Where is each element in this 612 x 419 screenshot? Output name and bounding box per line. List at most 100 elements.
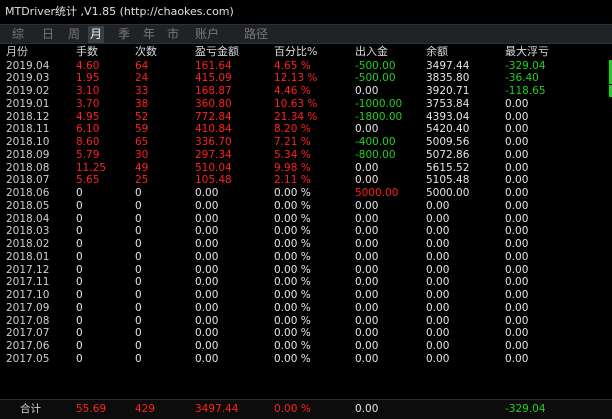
totals-row: 合计 55.69 429 3497.44 0.00 % 0.00 -329.04 [0, 399, 612, 419]
tab-path[interactable]: 路径 [242, 26, 270, 43]
cell-balance: 0.00 [426, 212, 450, 225]
cell-percent: 0.00 % [274, 238, 311, 251]
cell-count: 38 [135, 97, 149, 110]
cell-month: 2018.04 [6, 212, 50, 225]
col-header-percent[interactable]: 百分比% [274, 45, 350, 59]
col-header-pnl[interactable]: 盈亏金额 [195, 45, 271, 59]
table-row[interactable]: 2019.02 3.10 33 168.87 4.46 % 0.00 3920.71 -118… [0, 85, 612, 98]
table-row[interactable]: 2017.10 0 0 0.00 0.00 % 0.00 0.00 0.00 [0, 289, 612, 302]
tab-year[interactable]: 年 [141, 26, 157, 43]
cell-lots: 0 [76, 250, 83, 263]
cell-balance: 3835.80 [426, 72, 470, 85]
cell-flow: 0.00 [355, 174, 379, 187]
cell-pnl: 0.00 [195, 199, 219, 212]
col-header-count[interactable]: 次数 [135, 45, 191, 59]
cell-pnl: 0.00 [195, 250, 219, 263]
cell-month: 2019.01 [6, 97, 50, 110]
table-row[interactable]: 2018.09 5.79 30 297.34 5.34 % -800.00 5072.86 0… [0, 149, 612, 162]
col-header-flow[interactable]: 出入金 [355, 45, 425, 59]
cell-balance: 0.00 [426, 250, 450, 263]
cell-count: 64 [135, 59, 149, 72]
cell-lots: 3.70 [76, 97, 100, 110]
table-row[interactable]: 2018.11 6.10 59 410.84 8.20 % 0.00 5420.40 0.00 [0, 123, 612, 136]
table-row[interactable]: 2019.04 4.60 64 161.64 4.65 % -500.00 3497.44 -… [0, 59, 612, 73]
cell-month: 2017.10 [6, 289, 50, 302]
cell-percent: 0.00 % [274, 212, 311, 225]
cell-flow: 0.00 [355, 225, 379, 238]
cell-month: 2018.06 [6, 187, 50, 200]
cell-percent: 21.34 % [274, 110, 318, 123]
cell-month: 2017.08 [6, 314, 50, 327]
cell-flow: 0.00 [355, 340, 379, 353]
cell-lots: 0 [76, 276, 83, 289]
cell-percent: 10.63 % [274, 97, 318, 110]
table-row[interactable]: 2017.08 0 0 0.00 0.00 % 0.00 0.00 0.00 [0, 315, 612, 328]
table-row[interactable]: 2018.03 0 0 0.00 0.00 % 0.00 0.00 0.00 [0, 225, 612, 238]
table-row[interactable]: 2018.07 5.65 25 105.48 2.11 % 0.00 5105.48 0.00 [0, 174, 612, 187]
col-header-month[interactable]: 月份 [6, 45, 66, 59]
cell-month: 2017.12 [6, 263, 50, 276]
cell-flow: 0.00 [355, 238, 379, 251]
table-row[interactable]: 2019.03 1.95 24 415.09 12.13 % -500.00 3835.80… [0, 72, 612, 85]
cell-lots: 0 [76, 314, 83, 327]
cell-balance: 0.00 [426, 327, 450, 340]
table-row[interactable]: 2018.01 0 0 0.00 0.00 % 0.00 0.00 0.00 [0, 251, 612, 264]
table-row[interactable]: 2018.06 0 0 0.00 0.00 % 5000.00 5000.00 0.00 [0, 187, 612, 200]
table-row[interactable]: 2017.07 0 0 0.00 0.00 % 0.00 0.00 0.00 [0, 327, 612, 340]
cell-pnl: 772.84 [195, 110, 232, 123]
cell-balance: 4393.04 [426, 110, 470, 123]
tab-quarter[interactable]: 季 [116, 26, 132, 43]
tab-month[interactable]: 月 [88, 26, 105, 43]
cell-maxdd: 0.00 [505, 340, 529, 353]
cell-percent: 0.00 % [274, 289, 311, 302]
cell-month: 2017.05 [6, 352, 50, 365]
table-row[interactable]: 2017.12 0 0 0.00 0.00 % 0.00 0.00 0.00 [0, 264, 612, 277]
cell-lots: 0 [76, 199, 83, 212]
col-header-maxdd[interactable]: 最大浮亏 [505, 45, 605, 59]
cell-flow: 0.00 [355, 276, 379, 289]
cell-maxdd: -118.65 [505, 85, 546, 98]
cell-count: 49 [135, 161, 149, 174]
cell-maxdd: 0.00 [505, 301, 529, 314]
cell-month: 2018.10 [6, 136, 50, 149]
cell-percent: 0.00 % [274, 352, 311, 365]
cell-flow: 0.00 [355, 161, 379, 174]
cell-percent: 0.00 % [274, 327, 311, 340]
table-row[interactable]: 2017.05 0 0 0.00 0.00 % 0.00 0.00 0.00 [0, 353, 612, 366]
cell-balance: 0.00 [426, 199, 450, 212]
cell-balance: 5072.86 [426, 148, 470, 161]
tab-account[interactable]: 账户 [193, 26, 221, 43]
table-row[interactable]: 2017.11 0 0 0.00 0.00 % 0.00 0.00 0.00 [0, 276, 612, 289]
cell-pnl: 0.00 [195, 301, 219, 314]
table-row[interactable]: 2019.01 3.70 38 360.80 10.63 % -1000.00 3753.8… [0, 98, 612, 111]
table-row[interactable]: 2017.06 0 0 0.00 0.00 % 0.00 0.00 0.00 [0, 340, 612, 353]
table-row[interactable]: 2018.08 11.25 49 510.04 9.98 % 0.00 5615.52 0.0… [0, 162, 612, 175]
cell-lots: 0 [76, 289, 83, 302]
tab-week[interactable]: 周 [66, 26, 82, 43]
table-row[interactable]: 2018.10 8.60 65 336.70 7.21 % -400.00 5009.56 0… [0, 136, 612, 149]
col-header-balance[interactable]: 余额 [426, 45, 502, 59]
cell-count: 33 [135, 85, 149, 98]
tab-day[interactable]: 日 [40, 26, 56, 43]
totals-label: 合计 [20, 403, 41, 415]
col-header-lots[interactable]: 手数 [76, 45, 132, 59]
cell-flow: 0.00 [355, 327, 379, 340]
cell-count: 0 [135, 352, 142, 365]
cell-month: 2019.03 [6, 72, 50, 85]
tab-market[interactable]: 市 [165, 26, 181, 43]
cell-pnl: 168.87 [195, 85, 232, 98]
table-row[interactable]: 2017.09 0 0 0.00 0.00 % 0.00 0.00 0.00 [0, 302, 612, 315]
cell-count: 0 [135, 327, 142, 340]
table-row[interactable]: 2018.12 4.95 52 772.84 21.34 % -1800.00 4393.0… [0, 111, 612, 124]
cell-count: 0 [135, 199, 142, 212]
totals-flow: 0.00 [355, 403, 379, 415]
table-row[interactable]: 2018.04 0 0 0.00 0.00 % 0.00 0.00 0.00 [0, 213, 612, 226]
cell-flow: 0.00 [355, 314, 379, 327]
cell-balance: 3497.44 [426, 59, 470, 72]
table-row[interactable]: 2018.02 0 0 0.00 0.00 % 0.00 0.00 0.00 [0, 238, 612, 251]
cell-balance: 3753.84 [426, 97, 470, 110]
cell-maxdd: 0.00 [505, 352, 529, 365]
tab-overview[interactable]: 综 [10, 26, 26, 43]
table-row[interactable]: 2018.05 0 0 0.00 0.00 % 0.00 0.00 0.00 [0, 200, 612, 213]
cell-lots: 0 [76, 263, 83, 276]
